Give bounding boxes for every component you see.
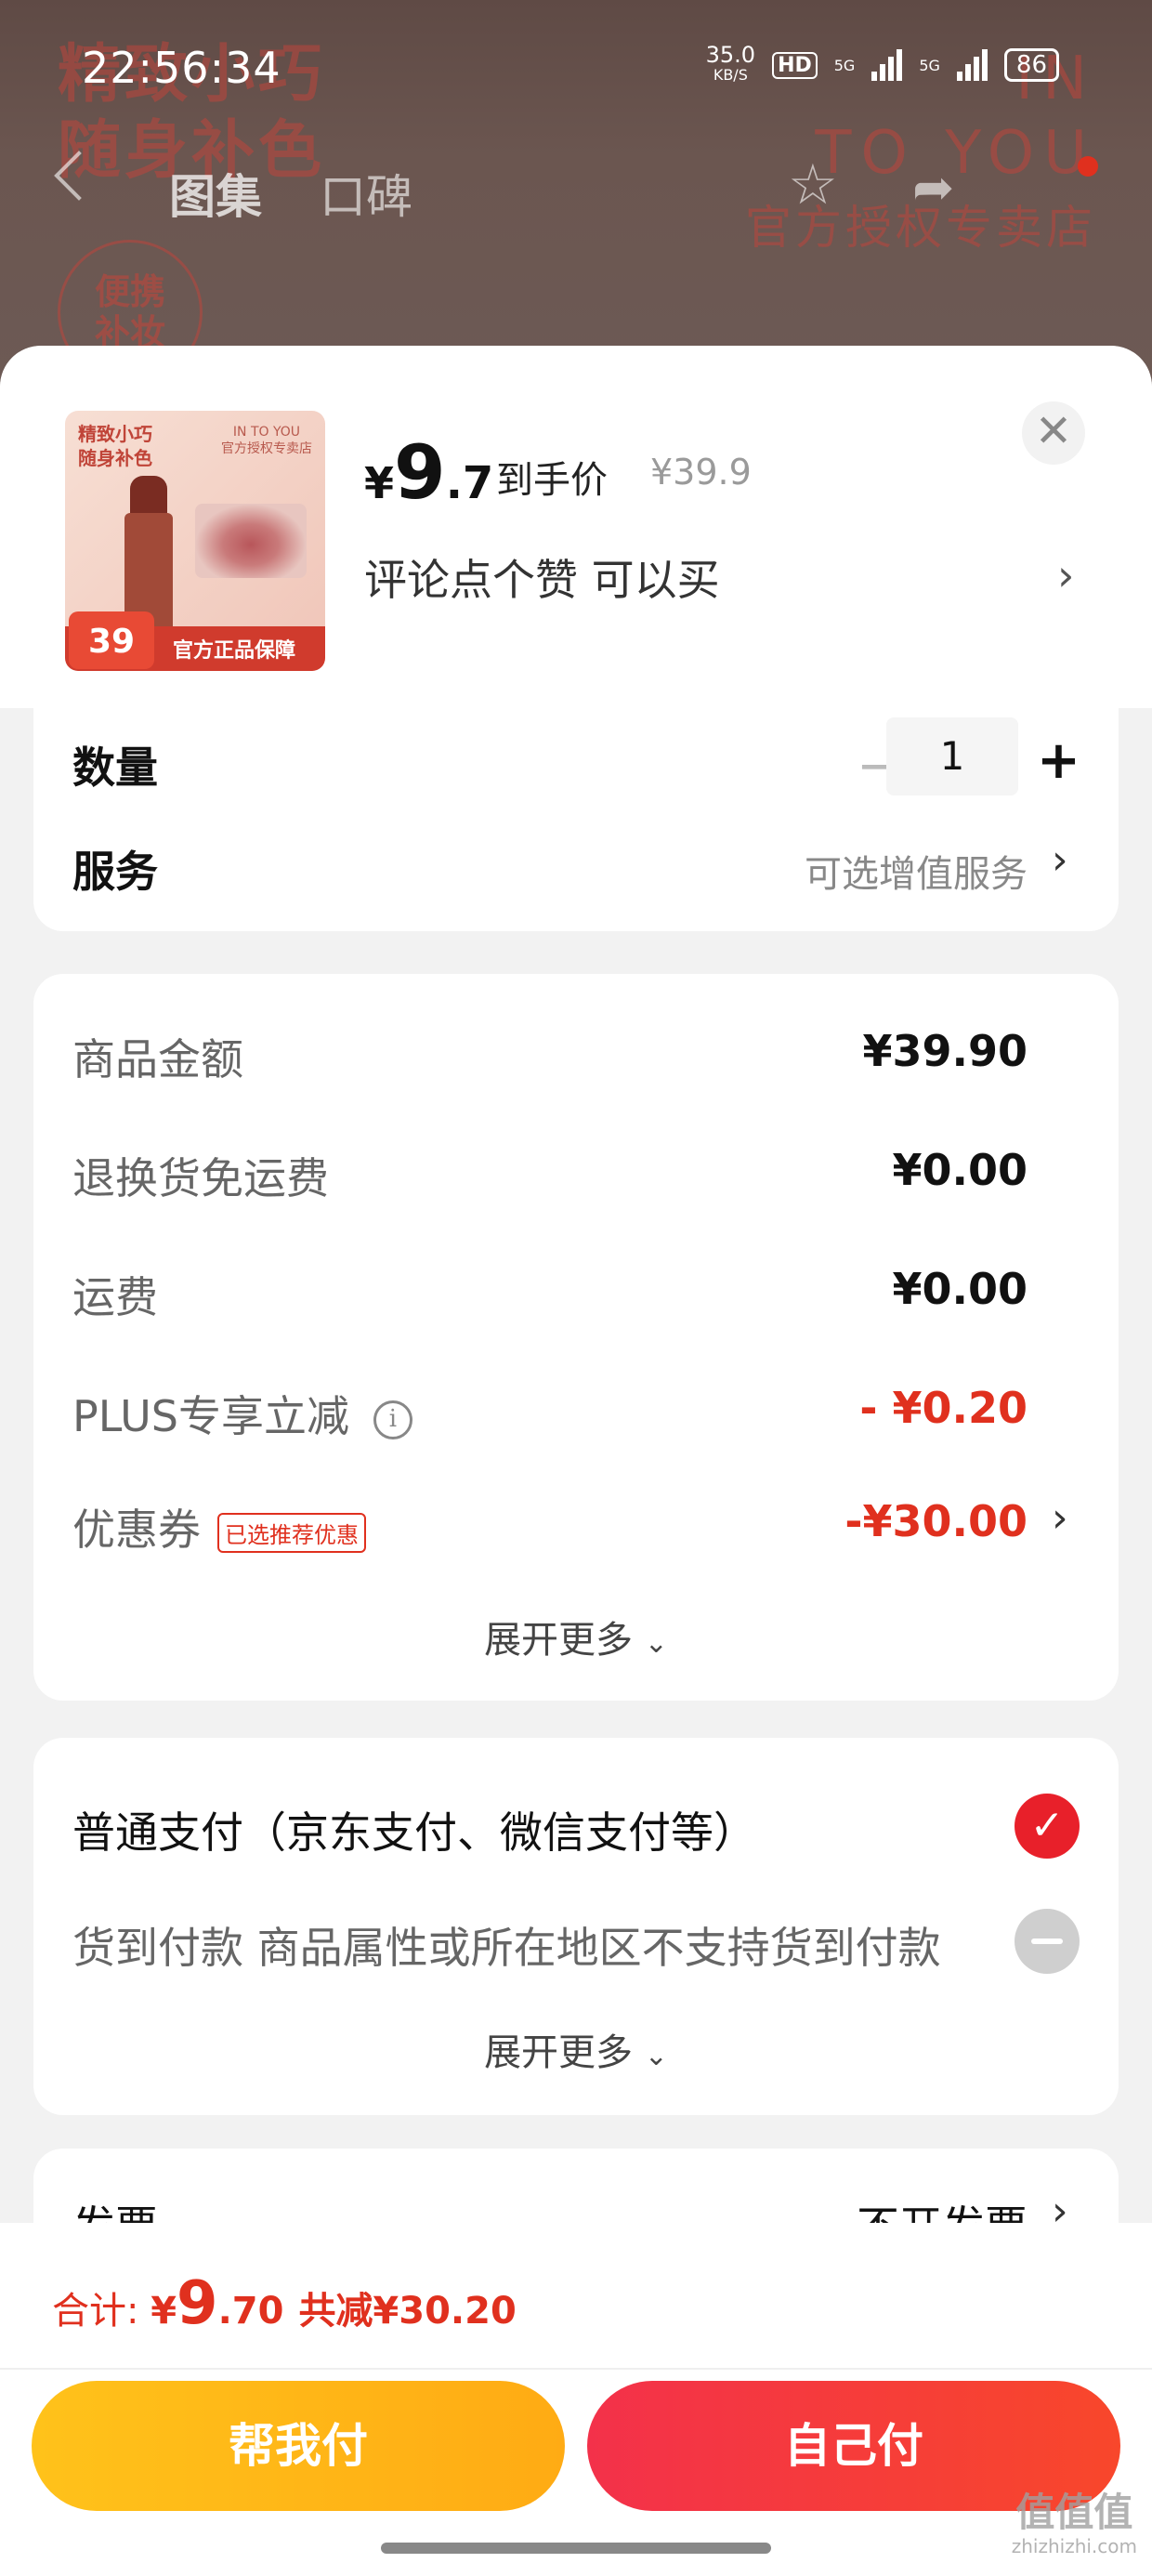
notification-dot xyxy=(1078,156,1098,177)
home-indicator[interactable] xyxy=(381,2543,771,2554)
payment-method-card: 普通支付（京东支付、微信支付等） ✓ 货到付款 商品属性或所在地区不支持货到付款… xyxy=(33,1738,1119,2115)
thumb-price-badge: 39 xyxy=(69,611,154,669)
cost-value: ¥0.00 xyxy=(892,1145,1028,1195)
cost-label: 运费 xyxy=(72,1272,158,1322)
cost-label: 退换货免运费 xyxy=(72,1153,329,1203)
payment-option-cod: 货到付款 商品属性或所在地区不支持货到付款 xyxy=(33,1909,1119,1983)
quantity-service-card: 数量 − 1 + 服务 可选增值服务 › xyxy=(33,708,1119,931)
promo-text[interactable]: 评论点个赞 可以买 xyxy=(364,546,720,608)
service-label: 服务 xyxy=(72,847,158,897)
quantity-label: 数量 xyxy=(72,743,158,793)
disabled-radio-icon xyxy=(1015,1909,1080,1974)
quantity-plus-button[interactable]: + xyxy=(1037,730,1080,791)
lip-tube-cap xyxy=(130,476,167,517)
status-icons: 35.0 KB/S HD 5G 5G 86 xyxy=(705,42,1059,85)
sheet-header: 精致小巧 随身补色 IN TO YOU 官方授权专卖店 39 官方正品保障 ¥9… xyxy=(0,346,1152,708)
total-summary: 合计: ¥9.70 共减¥30.20 xyxy=(52,2269,517,2338)
payment-option-label: 普通支付（京东支付、微信支付等） xyxy=(72,1807,756,1858)
favorite-star-icon[interactable]: ☆ xyxy=(788,152,838,217)
chevron-down-icon: ⌄ xyxy=(644,1627,668,1660)
close-icon[interactable]: ✕ xyxy=(1022,401,1085,465)
cost-value: -¥30.00 xyxy=(844,1496,1028,1546)
product-thumbnail[interactable]: 精致小巧 随身补色 IN TO YOU 官方授权专卖店 39 官方正品保障 xyxy=(65,411,325,671)
total-saved: 共减¥30.20 xyxy=(298,2290,517,2333)
cost-label: 商品金额 xyxy=(72,1034,243,1084)
original-price: ¥39.9 xyxy=(650,452,752,493)
help-pay-button[interactable]: 帮我付 xyxy=(32,2381,565,2511)
watermark: 值值值 zhizhizhi.com xyxy=(1011,2490,1137,2558)
chevron-right-icon: › xyxy=(1052,1494,1068,1542)
net-speed: 35.0 KB/S xyxy=(705,42,756,84)
thumb-slogan: 精致小巧 随身补色 xyxy=(78,423,152,469)
cost-label: 优惠券 已选推荐优惠 xyxy=(72,1496,366,1557)
info-icon[interactable]: i xyxy=(373,1400,412,1439)
lips-swatch xyxy=(195,504,307,578)
recommend-tag: 已选推荐优惠 xyxy=(217,1513,366,1553)
quantity-row: 数量 − 1 + xyxy=(33,717,1119,797)
signal-label-a: 5G xyxy=(833,56,856,74)
footer-divider xyxy=(0,2368,1152,2370)
status-time: 22:56:34 xyxy=(82,43,281,93)
price-tag-label: 到手价 xyxy=(496,459,608,502)
tab-reviews[interactable]: 口碑 xyxy=(320,160,412,227)
share-icon[interactable]: ➦ xyxy=(912,158,954,217)
check-icon[interactable]: ✓ xyxy=(1015,1794,1080,1859)
payment-option-label: 货到付款 商品属性或所在地区不支持货到付款 xyxy=(72,1923,941,1973)
chevron-right-icon[interactable]: › xyxy=(1057,550,1074,600)
chevron-right-icon: › xyxy=(1052,836,1068,884)
product-page-backdrop: 精致小巧 随身补色 便携 补妆 IN TO YOU 官方授权专卖店 22:56:… xyxy=(0,0,1152,390)
battery-icon: 86 xyxy=(1003,48,1059,82)
payment-option-standard[interactable]: 普通支付（京东支付、微信支付等） ✓ xyxy=(33,1794,1119,1868)
cost-value: - ¥0.20 xyxy=(859,1383,1028,1433)
thumb-brand: IN TO YOU 官方授权专卖店 xyxy=(221,425,312,456)
stamp-line1: 便携 xyxy=(94,271,165,312)
cost-breakdown-card: 商品金额 ¥39.90 退换货免运费 ¥0.00 运费 ¥0.00 PLUS专享… xyxy=(33,974,1119,1701)
signal-icon-2 xyxy=(956,49,988,81)
final-price: ¥9.7 xyxy=(364,429,494,516)
cost-value: ¥39.90 xyxy=(862,1026,1028,1076)
quantity-input[interactable]: 1 xyxy=(886,717,1018,795)
expand-more-button[interactable]: 展开更多 ⌄ xyxy=(33,1610,1119,1663)
service-value: 可选增值服务 xyxy=(805,853,1028,896)
expand-more-button[interactable]: 展开更多 ⌄ xyxy=(33,2022,1119,2076)
signal-icon xyxy=(871,49,903,81)
tab-gallery[interactable]: 图集 xyxy=(169,160,262,227)
thumb-guarantee: 官方正品保障 xyxy=(173,639,296,663)
cost-value: ¥0.00 xyxy=(892,1264,1028,1314)
hd-icon: HD xyxy=(772,51,818,79)
chevron-down-icon: ⌄ xyxy=(644,2040,668,2072)
signal-label-b: 5G xyxy=(919,56,940,74)
checkout-footer: 合计: ¥9.70 共减¥30.20 帮我付 自己付 值值值 zhizhizhi.… xyxy=(0,2223,1152,2576)
cost-label: PLUS专享立减 i xyxy=(72,1383,412,1444)
service-row[interactable]: 服务 可选增值服务 › xyxy=(33,836,1119,903)
